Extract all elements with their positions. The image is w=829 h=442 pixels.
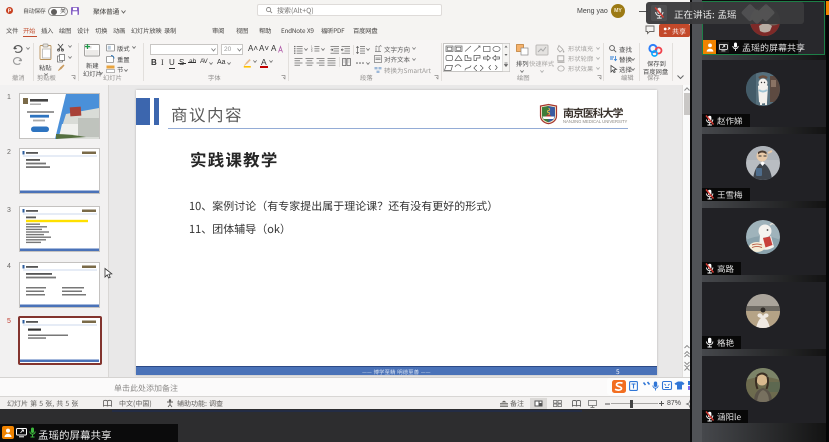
- svg-text:3: 3: [311, 49, 313, 53]
- svg-text:P: P: [8, 8, 12, 14]
